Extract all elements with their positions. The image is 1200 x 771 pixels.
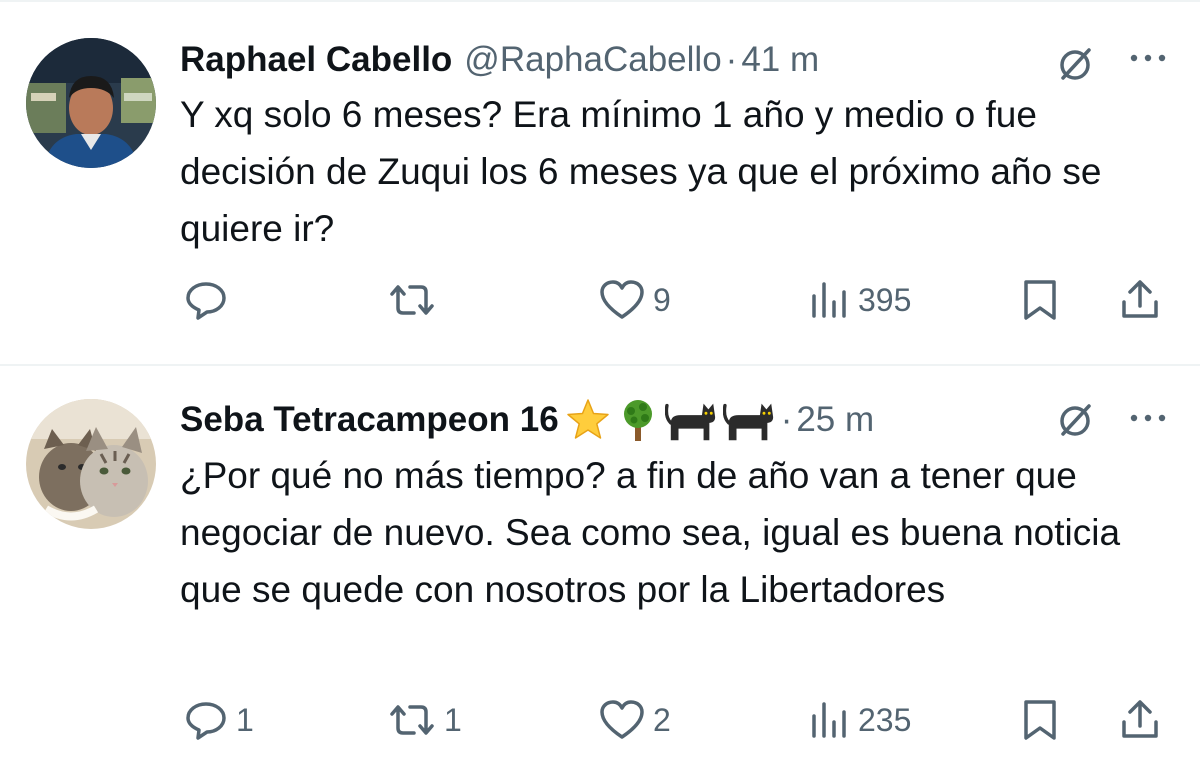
like-button[interactable]: 9 [597, 275, 671, 325]
speech-bubble-icon [186, 702, 226, 740]
author-name[interactable]: Seba Tetracampeon 16 [180, 396, 559, 444]
author-handle[interactable]: @RaphaCabello [464, 36, 721, 84]
share-button[interactable] [1118, 275, 1162, 325]
reply-count: 1 [236, 702, 254, 738]
bar-chart-icon [812, 702, 846, 738]
star-emoji [565, 397, 611, 443]
share-button[interactable] [1118, 695, 1162, 745]
share-upload-icon [1122, 280, 1158, 318]
bookmark-icon [1024, 700, 1056, 740]
bookmark-icon [1024, 280, 1056, 320]
views-button[interactable]: 235 [808, 695, 911, 745]
like-count: 2 [653, 702, 671, 738]
tweet-header: Seba Tetracampeon 16 · 25 m [180, 396, 874, 444]
author-name[interactable]: Raphael Cabello [180, 36, 452, 84]
black-cat-icon [722, 403, 773, 441]
retweet-count: 1 [444, 702, 462, 738]
tweet-text: Y xq solo 6 meses? Era mínimo 1 año y me… [180, 94, 1102, 249]
like-button[interactable]: 2 [597, 695, 671, 745]
tweet-text: ¿Por qué no más tiempo? a fin de año van… [180, 455, 1121, 610]
separator-dot: · [780, 400, 793, 439]
star-icon [566, 399, 609, 439]
slashed-circle-icon[interactable] [1053, 42, 1097, 86]
avatar-photo [26, 399, 156, 529]
bookmark-button[interactable] [1018, 695, 1062, 745]
retweet-arrows-icon [390, 285, 434, 315]
bookmark-button[interactable] [1018, 275, 1062, 325]
three-dots-icon[interactable] [1126, 48, 1170, 68]
timestamp[interactable]: 41 m [741, 36, 819, 84]
retweet-button[interactable]: 1 [386, 695, 462, 745]
share-upload-icon [1122, 700, 1158, 738]
tree-icon [623, 400, 652, 441]
retweet-button[interactable] [386, 275, 444, 325]
avatar-photo [26, 38, 156, 168]
reply-button[interactable]: 1 [182, 695, 254, 745]
separator-dot: · [725, 40, 738, 79]
timestamp[interactable]: 25 m [796, 396, 874, 444]
avatar[interactable] [26, 399, 156, 529]
views-button[interactable]: 395 [808, 275, 911, 325]
bar-chart-icon [812, 282, 846, 318]
three-dots-icon[interactable] [1126, 408, 1170, 428]
tree-emoji [615, 397, 661, 443]
view-count: 395 [858, 282, 912, 318]
tweet-actions: 1 1 2 235 [0, 695, 1200, 745]
black-cat-emoji [722, 397, 777, 443]
heart-icon [600, 700, 644, 739]
retweet-arrows-icon [390, 705, 434, 735]
black-cat-emoji [664, 397, 719, 443]
like-count: 9 [653, 282, 671, 318]
tweet-header: Raphael Cabello @RaphaCabello · 41 m [180, 36, 819, 84]
reply-button[interactable] [182, 275, 236, 325]
avatar[interactable] [26, 38, 156, 168]
tweet-actions: 9 395 [0, 275, 1200, 325]
black-cat-icon [664, 403, 715, 441]
slashed-circle-icon[interactable] [1053, 398, 1097, 442]
tweet[interactable]: Raphael Cabello @RaphaCabello · 41 m Y x… [0, 2, 1200, 364]
view-count: 235 [858, 702, 912, 738]
speech-bubble-icon [186, 282, 226, 320]
heart-icon [600, 280, 644, 319]
tweet[interactable]: Seba Tetracampeon 16 · 25 m ¿Por qué no … [0, 366, 1200, 771]
